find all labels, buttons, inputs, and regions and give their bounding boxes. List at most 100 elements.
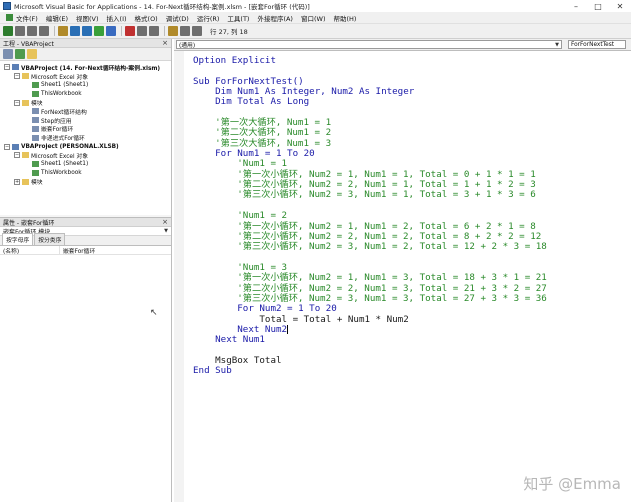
tree-item[interactable]: − 模块 (0, 98, 171, 107)
tree-item[interactable]: − VBAProject (14. For-Next循环结构-案例.xlsm) (0, 63, 171, 72)
toolbar-button-icon[interactable] (39, 26, 49, 36)
code-line-text: For Num2 = 1 To 20 (193, 303, 337, 315)
toolbar-button-icon[interactable] (192, 26, 202, 36)
code-line[interactable]: Option Explicit (193, 55, 547, 66)
tree-item-label: Microsoft Excel 对象 (31, 153, 89, 160)
tree-item[interactable]: − Microsoft Excel 对象 (0, 151, 171, 160)
window-controls: – □ ✕ (565, 0, 631, 12)
code-line[interactable]: '第三次小循环, Num2 = 3, Num1 = 2, Total = 12 … (193, 242, 547, 252)
tree-item[interactable]: 嵌套For循环 (0, 125, 171, 134)
view-object-icon[interactable] (15, 49, 25, 59)
menu-item[interactable]: 运行(R) (193, 12, 224, 24)
menu-item[interactable]: 外接程序(A) (253, 12, 297, 24)
code-line-text: '第三次大循环, Num1 = 3 (193, 137, 332, 149)
code-line[interactable]: MsgBox Total (193, 355, 547, 366)
tree-item[interactable]: − VBAProject (PERSONAL.XLSB) (0, 142, 171, 151)
code-line[interactable]: Next Num1 (193, 335, 547, 345)
toolbar-button-icon[interactable] (180, 26, 190, 36)
folder-icon (22, 73, 29, 80)
mouse-pointer-icon: ↖ (150, 308, 158, 318)
property-name: (名称) (0, 245, 60, 255)
tree-item-label: ThisWorkbook (41, 169, 82, 176)
toolbar-button-icon[interactable] (149, 26, 159, 36)
menu-item[interactable]: 插入(I) (103, 12, 131, 24)
toolbar-button-icon[interactable] (70, 26, 80, 36)
menu-item[interactable]: 文件(F) (2, 12, 42, 24)
object-combo[interactable]: (通用) ▼ (176, 40, 562, 49)
menu-item[interactable]: 窗口(W) (297, 12, 330, 24)
code-line[interactable]: End Sub (193, 366, 547, 376)
procedure-combo-value: ForForNextTest (571, 41, 615, 48)
project-tree[interactable]: − VBAProject (14. For-Next循环结构-案例.xlsm) − M… (0, 61, 171, 215)
vba-app-icon (3, 2, 11, 10)
text-caret (287, 324, 289, 334)
toolbar-button-icon[interactable] (3, 26, 13, 36)
code-line-text: '第二次小循环, Num2 = 2, Num1 = 3, Total = 21 … (193, 282, 547, 294)
project-panel-title: 工程 - VBAProject (3, 40, 54, 48)
code-line[interactable]: Dim Total As Long (193, 97, 547, 107)
proj-icon (12, 64, 19, 71)
code-line[interactable]: '第三次小循环, Num2 = 3, Num1 = 1, Total = 3 +… (193, 190, 547, 200)
toggle-folders-icon[interactable] (27, 49, 37, 59)
code-text[interactable]: Option Explicit Sub ForForNextTest() Dim … (193, 55, 547, 377)
tree-item[interactable]: ForNext循环结构 (0, 107, 171, 116)
collapse-icon[interactable]: − (14, 99, 20, 106)
tree-item-label: ForNext循环结构 (41, 109, 87, 116)
tree-item-label: 嵌套For循环 (41, 127, 74, 134)
toolbar-button-icon[interactable] (94, 26, 104, 36)
excel-icon[interactable] (6, 14, 13, 21)
tree-item[interactable]: ThisWorkbook (0, 89, 171, 98)
tree-item[interactable]: Sheet1 (Sheet1) (0, 160, 171, 169)
tree-item[interactable]: ThisWorkbook (0, 169, 171, 178)
menu-item[interactable]: 工具(T) (223, 12, 253, 24)
menu-item[interactable]: 编辑(E) (42, 12, 72, 24)
tree-item[interactable]: Step的应用 (0, 116, 171, 125)
folder-icon (22, 178, 29, 185)
tab-categorized[interactable]: 按分类序 (34, 233, 66, 245)
property-row[interactable]: (名称) 嵌套For循环 (0, 245, 171, 255)
menu-item[interactable]: 视图(V) (72, 12, 103, 24)
menu-item[interactable]: 调试(D) (162, 12, 193, 24)
expand-icon[interactable]: + (14, 178, 20, 185)
view-code-icon[interactable] (3, 49, 13, 59)
tree-item[interactable]: − Microsoft Excel 对象 (0, 72, 171, 81)
minimize-button[interactable]: – (565, 0, 587, 12)
tree-item-label: Microsoft Excel 对象 (31, 74, 89, 81)
collapse-icon[interactable]: − (4, 143, 10, 150)
toolbar-button-icon[interactable] (27, 26, 37, 36)
project-panel-titlebar: 工程 - VBAProject × (0, 39, 171, 48)
toolbar-button-icon[interactable] (82, 26, 92, 36)
menu-item[interactable]: 帮助(H) (329, 12, 360, 24)
collapse-icon[interactable]: − (14, 73, 20, 80)
toolbar-separator (121, 26, 122, 36)
toolbar-button-icon[interactable] (137, 26, 147, 36)
menu-item[interactable]: 格式(O) (131, 12, 162, 24)
tree-item[interactable]: 非递进式For循环 (0, 133, 171, 142)
close-icon[interactable]: × (162, 39, 168, 47)
close-button[interactable]: ✕ (609, 0, 631, 12)
tree-item[interactable]: + 模块 (0, 177, 171, 186)
toolbar-button-icon[interactable] (58, 26, 68, 36)
toolbar-button-icon[interactable] (125, 26, 135, 36)
menu-item-label: 窗口(W) (300, 14, 326, 23)
collapse-icon[interactable]: − (14, 152, 20, 159)
menu-item-label: 运行(R) (196, 14, 220, 23)
toolbar-button-icon[interactable] (15, 26, 25, 36)
folder-icon (22, 152, 29, 159)
collapse-icon[interactable]: − (4, 64, 10, 71)
toolbar-button-icon[interactable] (168, 26, 178, 36)
code-window: (通用) ▼ ForForNextTest Option Explicit Sub… (174, 39, 631, 502)
module-icon (32, 108, 39, 115)
tree-item[interactable]: Sheet1 (Sheet1) (0, 81, 171, 90)
code-editor[interactable]: Option Explicit Sub ForForNextTest() Dim … (174, 51, 631, 502)
procedure-combo[interactable]: ForForNextTest (568, 40, 626, 49)
tab-alphabetic[interactable]: 按字母序 (2, 233, 34, 245)
menu-bar: 文件(F) 编辑(E) 视图(V) 插入(I) 格式(O) 调试(D) 运行(R) 工具(T)… (0, 12, 631, 24)
module-icon (32, 134, 39, 141)
close-icon[interactable]: × (162, 218, 168, 226)
maximize-button[interactable]: □ (587, 0, 609, 12)
chevron-down-icon: ▼ (555, 41, 559, 48)
property-value[interactable]: 嵌套For循环 (60, 246, 95, 255)
toolbar-button-icon[interactable] (106, 26, 116, 36)
code-line-text: Option Explicit (193, 55, 276, 66)
